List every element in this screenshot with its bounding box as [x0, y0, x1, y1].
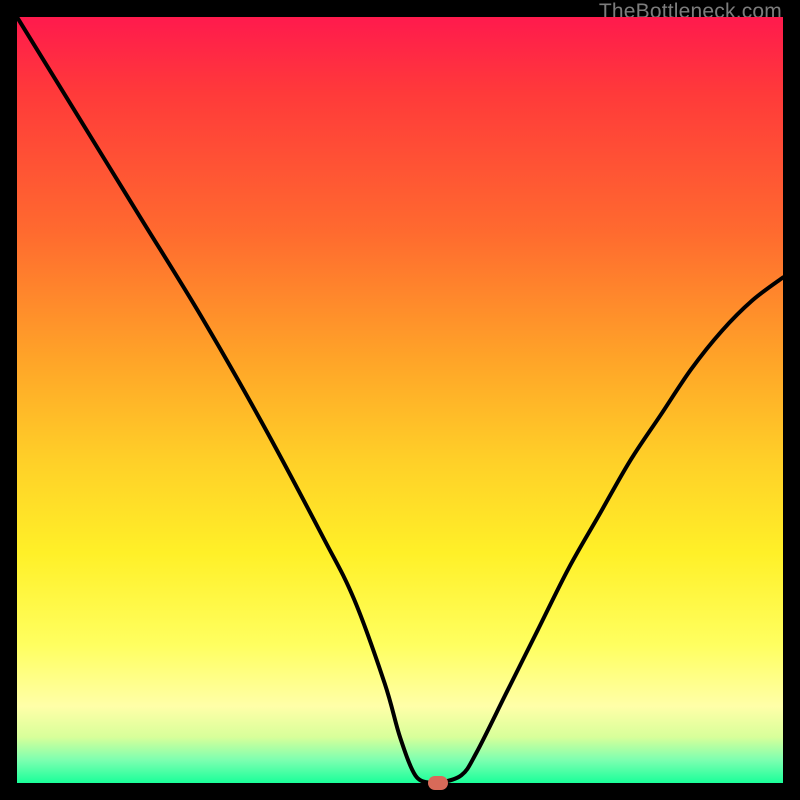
optimum-marker [428, 776, 448, 790]
bottleneck-curve [17, 17, 783, 783]
chart-plot-area [17, 17, 783, 783]
